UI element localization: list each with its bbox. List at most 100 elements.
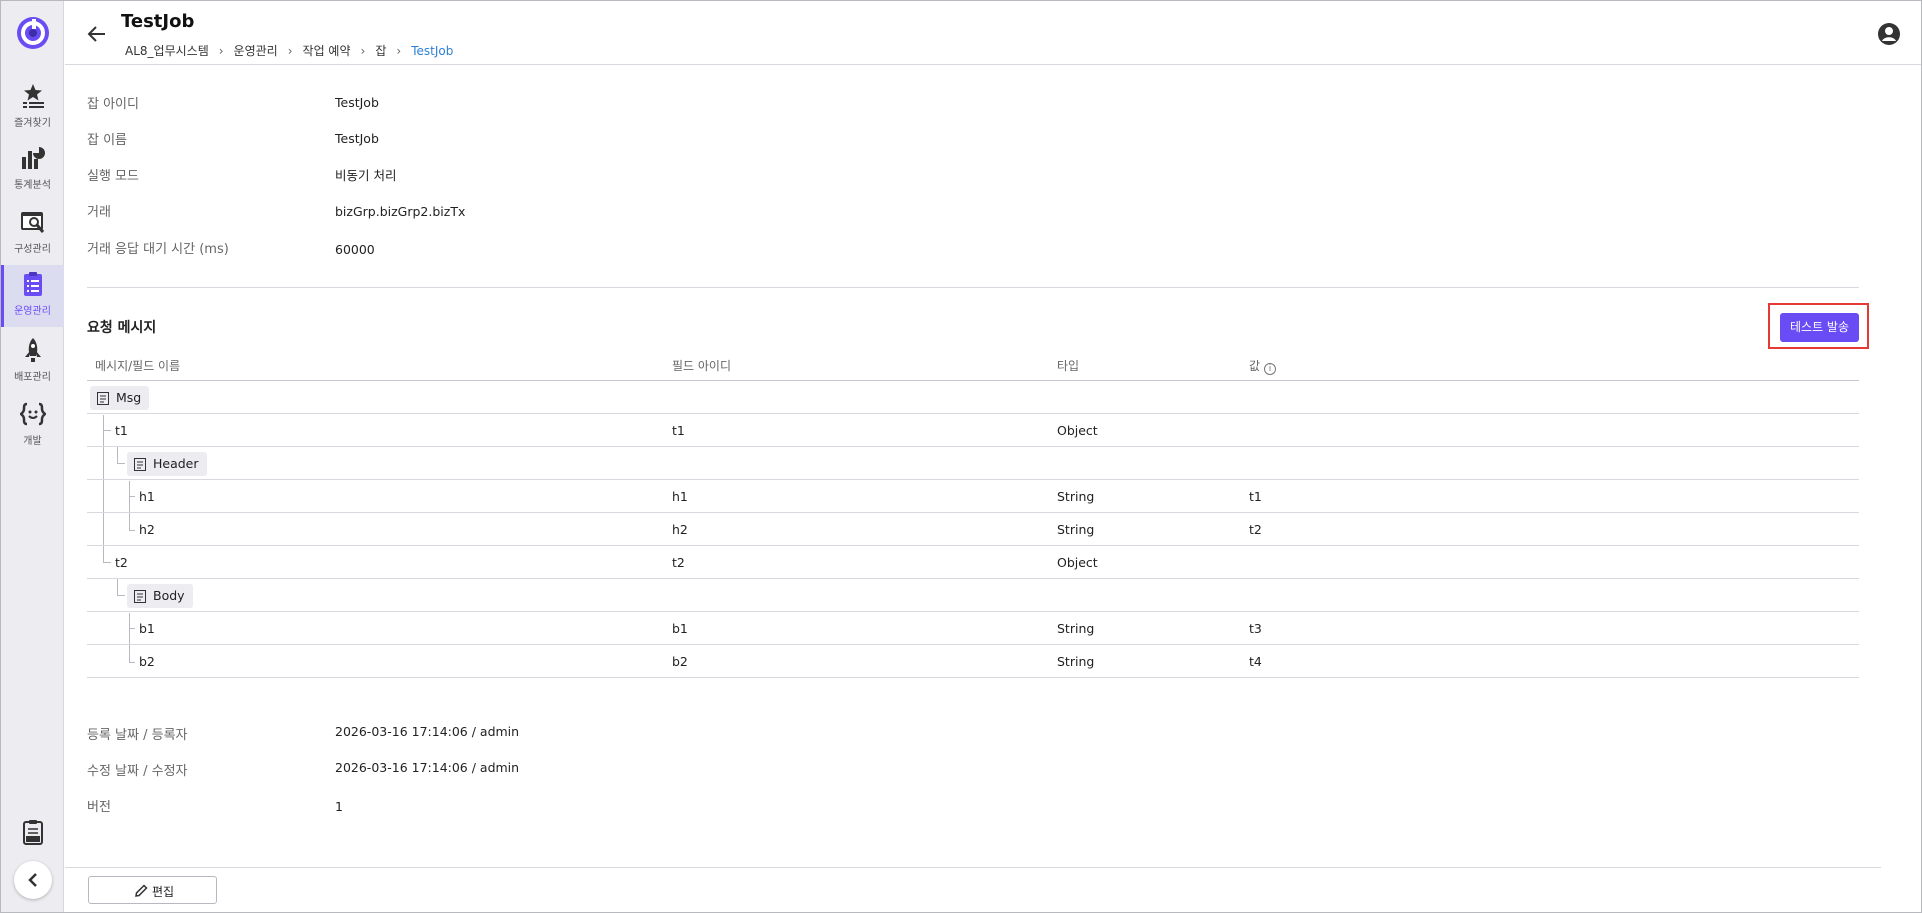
modified-value: 2026-03-16 17:14:06 / admin	[335, 760, 520, 775]
test-send-button[interactable]: 테스트 발송	[1780, 313, 1859, 342]
back-arrow-icon[interactable]	[85, 22, 109, 46]
message-name: Header	[153, 456, 199, 471]
field-value: t3	[1249, 621, 1262, 636]
app-logo-icon[interactable]	[15, 15, 51, 51]
table-row[interactable]: Header	[87, 447, 1859, 480]
response-wait-label: 거래 응답 대기 시간 (ms)	[87, 242, 229, 257]
sidebar: 즐겨찾기 통계분석 구성관리 운영관리 배포관리 개발	[1, 1, 64, 912]
field-name: t1	[115, 423, 128, 438]
message-tag: Header	[127, 452, 207, 476]
table-row[interactable]: Body	[87, 579, 1859, 612]
edit-button-label: 편집	[152, 885, 175, 899]
job-name-value: TestJob	[335, 131, 379, 146]
field-name: b2	[139, 654, 155, 669]
sidebar-item-configuration[interactable]: 구성관리	[1, 203, 64, 265]
table-row[interactable]: b2 b2 String t4	[87, 645, 1859, 678]
version-value: 1	[335, 799, 343, 814]
job-id-label: 잡 아이디	[87, 97, 139, 112]
page-title: TestJob	[121, 11, 195, 32]
column-header-value-text: 값	[1249, 359, 1261, 373]
created-label: 등록 날짜 / 등록자	[87, 728, 188, 743]
sidebar-item-statistics[interactable]: 통계분석	[1, 139, 64, 201]
field-name: h2	[139, 522, 155, 537]
info-icon[interactable]: i	[1264, 363, 1277, 375]
rocket-icon	[25, 338, 41, 362]
column-header-value: 값i	[1249, 357, 1277, 375]
breadcrumb-current: TestJob	[411, 43, 454, 58]
edit-button[interactable]: 편집	[88, 876, 217, 904]
job-id-value: TestJob	[335, 95, 379, 110]
column-header-field-id: 필드 아이디	[672, 359, 732, 373]
footer-divider	[65, 867, 1881, 868]
breadcrumb-chevron-icon: ›	[218, 43, 224, 58]
field-id: b2	[672, 654, 688, 669]
chart-icon	[22, 147, 45, 169]
table-row[interactable]: t1 t1 Object	[87, 414, 1859, 447]
sidebar-item-label: 개발	[23, 436, 42, 447]
column-header-name: 메시지/필드 이름	[95, 359, 181, 373]
sidebar-item-label: 즐겨찾기	[14, 118, 51, 129]
breadcrumb-chevron-icon: ›	[287, 43, 293, 58]
document-icon	[134, 590, 146, 603]
field-type: Object	[1057, 423, 1098, 438]
field-type: String	[1057, 654, 1095, 669]
version-label: 버전	[87, 800, 111, 815]
modified-label: 수정 날짜 / 수정자	[87, 764, 188, 779]
table-row[interactable]: Msg	[87, 381, 1859, 414]
page-header: TestJob AL8_업무시스템 › 운영관리 › 작업 예약 › 잡 › T…	[65, 1, 1921, 65]
table-row[interactable]: h1 h1 String t1	[87, 480, 1859, 513]
chevron-left-icon	[28, 873, 37, 887]
breadcrumb-item[interactable]: 운영관리	[234, 42, 278, 59]
column-header-type: 타입	[1057, 359, 1080, 373]
transaction-value: bizGrp.bizGrp2.bizTx	[335, 204, 466, 219]
field-id: t1	[672, 423, 685, 438]
field-value: t2	[1249, 522, 1262, 537]
breadcrumb-item[interactable]: AL8_업무시스템	[125, 42, 209, 59]
exec-mode-label: 실행 모드	[87, 169, 139, 184]
field-id: b1	[672, 621, 688, 636]
sidebar-item-label: 배포관리	[14, 372, 51, 383]
field-type: String	[1057, 522, 1095, 537]
breadcrumb-item[interactable]: 잡	[375, 42, 386, 59]
table-row[interactable]: b1 b1 String t3	[87, 612, 1859, 645]
message-name: Body	[153, 588, 185, 603]
exec-mode-value: 비동기 처리	[335, 168, 397, 183]
breadcrumb: AL8_업무시스템 › 운영관리 › 작업 예약 › 잡 › TestJob	[125, 42, 453, 59]
sidebar-item-operations[interactable]: 운영관리	[1, 265, 64, 327]
field-type: String	[1057, 621, 1095, 636]
field-type: String	[1057, 489, 1095, 504]
transaction-label: 거래	[87, 205, 111, 220]
pencil-icon	[135, 884, 148, 897]
field-name: t2	[115, 555, 128, 570]
field-value: t1	[1249, 489, 1262, 504]
field-type: Object	[1057, 555, 1098, 570]
sidebar-item-favorites[interactable]: 즐겨찾기	[1, 77, 64, 139]
field-id: t2	[672, 555, 685, 570]
sidebar-item-deployment[interactable]: 배포관리	[1, 331, 64, 393]
sidebar-item-label: 운영관리	[14, 306, 51, 317]
log-icon[interactable]	[22, 819, 44, 845]
field-value: t4	[1249, 654, 1262, 669]
config-search-icon	[21, 212, 45, 233]
table-row[interactable]: t2 t2 Object	[87, 546, 1859, 579]
user-account-icon[interactable]	[1877, 22, 1901, 46]
response-wait-value: 60000	[335, 242, 375, 257]
clipboard-icon	[24, 272, 42, 296]
created-value: 2026-03-16 17:14:06 / admin	[335, 724, 520, 739]
table-row[interactable]: h2 h2 String t2	[87, 513, 1859, 546]
breadcrumb-chevron-icon: ›	[396, 43, 402, 58]
sidebar-item-development[interactable]: 개발	[1, 395, 64, 457]
sidebar-item-label: 구성관리	[14, 244, 51, 255]
field-id: h2	[672, 522, 688, 537]
document-icon	[134, 458, 146, 471]
message-name: Msg	[116, 390, 142, 405]
job-name-label: 잡 이름	[87, 133, 128, 148]
request-message-title: 요청 메시지	[87, 320, 157, 336]
breadcrumb-chevron-icon: ›	[360, 43, 366, 58]
field-name: b1	[139, 621, 155, 636]
collapse-sidebar-button[interactable]	[14, 861, 52, 899]
breadcrumb-item[interactable]: 작업 예약	[303, 42, 351, 59]
field-name: h1	[139, 489, 155, 504]
message-tag: Msg	[90, 386, 150, 410]
field-id: h1	[672, 489, 688, 504]
